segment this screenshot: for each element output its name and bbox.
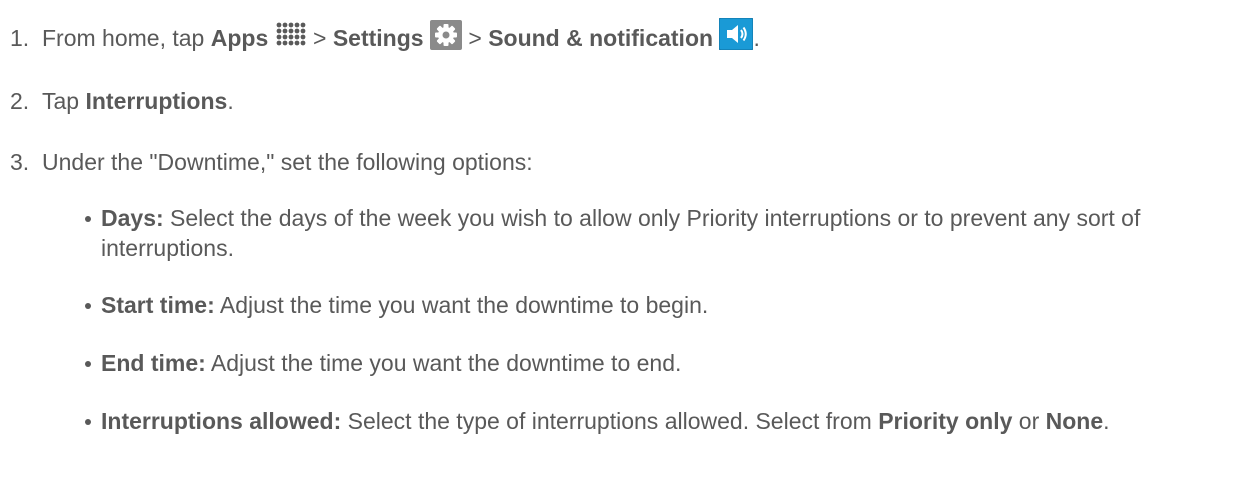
none-label: None	[1045, 408, 1104, 434]
bullet-label: Days:	[101, 205, 164, 231]
instruction-document: 1. From home, tap Apps > Settings > Soun…	[0, 0, 1245, 481]
bullet-interruptions-allowed: Interruptions allowed: Select the type o…	[85, 406, 1235, 436]
bullet-dot	[85, 303, 91, 309]
bullet-dot	[85, 361, 91, 367]
step-text: Tap	[42, 88, 86, 114]
step-end: .	[227, 88, 234, 114]
bullet-start-time: Start time: Adjust the time you want the…	[85, 290, 1235, 320]
separator: >	[306, 25, 333, 51]
speaker-sound-icon	[718, 17, 754, 57]
step-2: 2. Tap Interruptions.	[10, 86, 234, 116]
separator: >	[461, 25, 489, 51]
step-text: From home, tap	[42, 25, 211, 51]
bullet-body: or	[1012, 408, 1046, 434]
bullet-text: End time: Adjust the time you want the d…	[101, 348, 1235, 378]
apps-label: Apps	[210, 25, 269, 51]
priority-only-label: Priority only	[878, 408, 1013, 434]
bullet-label: End time:	[101, 350, 206, 376]
step-number: 1.	[10, 25, 30, 51]
bullet-text: Days: Select the days of the week you wi…	[101, 203, 1235, 263]
step-3: 3. Under the "Downtime," set the followin…	[10, 147, 533, 177]
bullet-body: Select the days of the week you wish to …	[101, 205, 1141, 261]
bullet-label: Start time:	[101, 292, 215, 318]
step-number: 2.	[10, 88, 30, 114]
bullet-body: Select the type of interruptions allowed…	[341, 408, 879, 434]
bullet-end-time: End time: Adjust the time you want the d…	[85, 348, 1235, 378]
bullet-dot	[85, 216, 91, 222]
bullet-text: Start time: Adjust the time you want the…	[101, 290, 1235, 320]
bullet-end: .	[1103, 408, 1110, 434]
sound-notification-label: Sound & notification	[488, 25, 714, 51]
step-text: Under the "Downtime," set the following …	[42, 149, 533, 175]
bullet-days: Days: Select the days of the week you wi…	[85, 203, 1235, 263]
step-end: .	[753, 25, 760, 51]
bullet-body: Adjust the time you want the downtime to…	[205, 350, 682, 376]
bullet-dot	[85, 419, 91, 425]
settings-gear-icon	[429, 20, 462, 57]
interruptions-label: Interruptions	[85, 88, 228, 114]
apps-grid-icon	[275, 22, 307, 57]
bullet-body: Adjust the time you want the downtime to…	[214, 292, 709, 318]
settings-label: Settings	[332, 25, 424, 51]
step-number: 3.	[10, 149, 30, 175]
bullet-label: Interruptions allowed:	[101, 408, 342, 434]
step-1: 1. From home, tap Apps > Settings > Soun…	[10, 17, 760, 57]
bullet-text: Interruptions allowed: Select the type o…	[101, 406, 1235, 436]
